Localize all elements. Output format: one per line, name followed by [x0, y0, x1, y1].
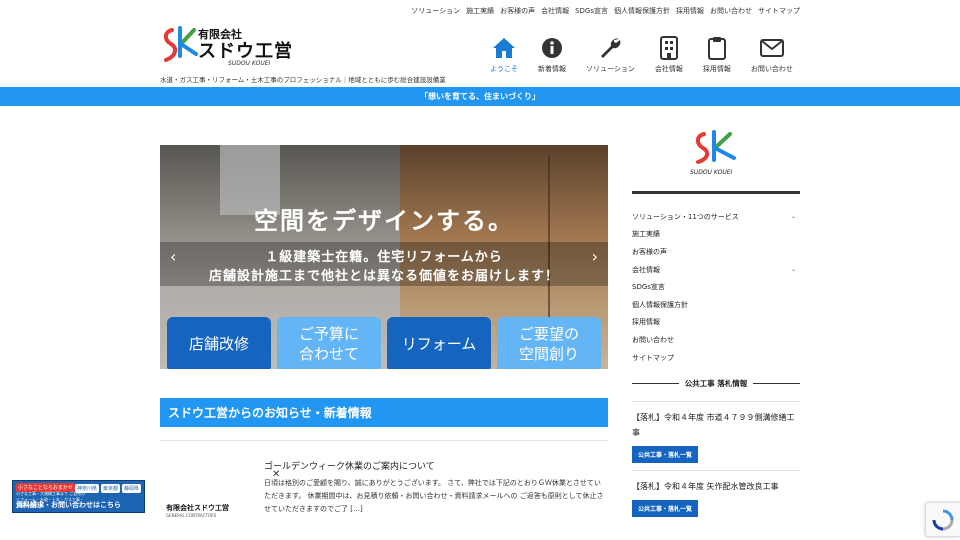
nav-welcome-label: ようこそ: [490, 65, 518, 73]
float-banner-regions: 神奈川県 東京都 静岡県: [74, 484, 141, 493]
sidebar-post-category[interactable]: 公共工事・落札一覧: [632, 500, 699, 517]
sidebar-item-privacy[interactable]: 個人情報保護方針: [632, 296, 800, 314]
news-thumb-company: 有限会社スドウ工営: [166, 504, 229, 512]
utility-link-solution[interactable]: ソリューション: [411, 6, 460, 16]
sidebar-divider: [632, 191, 800, 194]
slogan-banner: 「想いを育てる、住まいづくり」: [0, 87, 960, 106]
news-item-excerpt: 日頃は格別のご愛顧を賜り、誠にありがとうございます。 さて、弊社では下記のとおり…: [264, 479, 604, 513]
hero-subline-2: 店舗設計施工まで他社とは異なる価値をお届けします！: [208, 269, 559, 284]
news-item[interactable]: 有限会社スドウ工営 GENERAL CONTRACTORS ゴールデンウィーク休…: [160, 440, 608, 540]
recaptcha-badge[interactable]: [925, 502, 960, 537]
utility-link-company[interactable]: 会社情報: [541, 6, 569, 16]
tile-custom-space[interactable]: ご要望の 空間創り: [497, 317, 601, 369]
building-icon: [657, 36, 681, 60]
slider-prev-icon[interactable]: ‹: [170, 247, 176, 266]
hero-subline-1: １級建築士在籍。住宅リフォームから: [265, 250, 503, 265]
home-icon: [492, 36, 516, 60]
utility-link-sdgs[interactable]: SDGs宣言: [575, 6, 608, 16]
sidebar-item-company[interactable]: 会社情報 ⌄: [632, 261, 800, 279]
sidebar-item-label: 会社情報: [632, 265, 660, 274]
news-thumb-sub: GENERAL CONTRACTORS: [166, 513, 217, 518]
sidebar-item-voice[interactable]: お客様の声: [632, 243, 800, 261]
sidebar-item-label: お問い合わせ: [632, 335, 674, 344]
float-banner-cta: 資料請求・お問い合わせはこちら: [16, 501, 121, 509]
region-tokyo: 東京都: [100, 484, 120, 493]
sidebar-item-label: 個人情報保護方針: [632, 300, 688, 309]
utility-link-contact[interactable]: お問い合わせ: [710, 6, 752, 16]
tile-store-renovation[interactable]: 店舗改修: [167, 317, 271, 369]
floating-contact-banner[interactable]: 小さなことならおまかせ 小さな工事・大規模工事まで ご自宅のリフォーム・水道・土…: [12, 480, 145, 513]
sidebar-item-label: サイトマップ: [632, 353, 674, 362]
nav-news-label: 新着情報: [538, 65, 566, 73]
sidebar-item-label: お客様の声: [632, 247, 667, 256]
utility-link-works[interactable]: 施工実績: [466, 6, 494, 16]
sidebar-item-recruit[interactable]: 採用情報: [632, 314, 800, 332]
news-thumbnail[interactable]: 有限会社スドウ工営 GENERAL CONTRACTORS: [160, 459, 256, 539]
site-tagline: 水道・ガス工事・リフォーム・土木工事のプロフェッショナル｜地域とともに歩む総合建…: [160, 76, 446, 84]
sk-logo-mark-icon: [163, 26, 198, 62]
recaptcha-icon: [932, 509, 954, 530]
chevron-down-icon[interactable]: ⌄: [791, 266, 796, 273]
hero-headline: 空間をデザインする。: [254, 207, 514, 235]
company-roman: SUDOU KOUEI: [228, 60, 271, 67]
mail-icon: [759, 36, 784, 60]
sidebar-item-label: 採用情報: [632, 318, 660, 327]
sidebar-logo-roman: SUDOU KOUEI: [690, 169, 733, 176]
nav-company[interactable]: 会社情報: [655, 36, 683, 74]
heading-line: [753, 383, 800, 384]
region-shizuoka: 静岡県: [121, 484, 141, 493]
sidebar-item-label: 施工実績: [632, 230, 660, 239]
sidebar-item-label: SDGs宣言: [632, 283, 665, 292]
sidebar-post-category[interactable]: 公共工事・落札一覧: [632, 446, 699, 463]
nav-recruit[interactable]: 採用情報: [703, 36, 731, 74]
sidebar-item-solution[interactable]: ソリューション・11つのサービス ⌄: [632, 208, 800, 226]
utility-link-voice[interactable]: お客様の声: [500, 6, 535, 16]
news-thumb-logo: 有限会社スドウ工営 GENERAL CONTRACTORS: [166, 503, 229, 518]
sk-logo-mark-icon: [695, 130, 736, 164]
sidebar-item-sitemap[interactable]: サイトマップ: [632, 349, 800, 367]
slider-next-icon[interactable]: ›: [592, 247, 598, 266]
sidebar-post-title[interactable]: 【落札】令和４年度 市道４７９９側溝修繕工事: [632, 410, 800, 440]
chevron-down-icon[interactable]: ⌄: [791, 213, 796, 220]
close-icon[interactable]: ✕: [272, 469, 280, 480]
sidebar-item-works[interactable]: 施工実績: [632, 226, 800, 244]
region-kanagawa: 神奈川県: [74, 484, 99, 493]
wrench-icon: [598, 36, 622, 60]
nav-recruit-label: 採用情報: [702, 65, 731, 73]
sidebar-item-contact[interactable]: お問い合わせ: [632, 331, 800, 349]
utility-link-recruit[interactable]: 採用情報: [676, 6, 704, 16]
info-icon: [540, 36, 564, 60]
hero-slider[interactable]: 空間をデザインする。 １級建築士在籍。住宅リフォームから 店舗設計施工まで他社と…: [160, 145, 608, 369]
heading-line: [632, 383, 679, 384]
main-nav: ようこそ 新着情報 ソリューション 会社情報 採用情報 お問い合わせ: [490, 36, 813, 74]
sidebar-menu: ソリューション・11つのサービス ⌄ 施工実績 お客様の声 会社情報 ⌄ SDGs宣…: [632, 208, 800, 366]
hero-tiles: 店舗改修 ご予算に 合わせて リフォーム ご要望の 空間創り: [167, 317, 601, 369]
sidebar-item-sdgs[interactable]: SDGs宣言: [632, 278, 800, 296]
sidebar-post[interactable]: 【落札】令和４年度 市道４７９９側溝修繕工事 公共工事・落札一覧: [632, 401, 800, 463]
tile-budget[interactable]: ご予算に 合わせて: [277, 317, 381, 369]
news-item-title[interactable]: ゴールデンウィーク休業のご案内について: [264, 459, 435, 472]
clipboard-icon: [705, 36, 729, 60]
utility-nav: ソリューション 施工実績 お客様の声 会社情報 SDGs宣言 個人情報保護方針 …: [411, 6, 800, 16]
news-section-title: スドウ工営からのお知らせ・新着情報: [160, 398, 608, 427]
sidebar-item-label: ソリューション・11つのサービス: [632, 212, 739, 221]
site-logo[interactable]: 有限会社 スドウ工営 SUDOU KOUEI: [160, 24, 305, 70]
nav-welcome[interactable]: ようこそ: [490, 36, 518, 74]
sidebar-section-title: 公共工事 落札情報: [684, 379, 748, 388]
tile-reform[interactable]: リフォーム: [387, 317, 491, 369]
nav-contact-label: お問い合わせ: [750, 65, 793, 73]
sidebar-logo[interactable]: SUDOU KOUEI: [688, 128, 744, 178]
utility-link-privacy[interactable]: 個人情報保護方針: [614, 6, 670, 16]
sidebar-post[interactable]: 【落札】令和４年度 矢作配水管改良工事 公共工事・落札一覧: [632, 470, 800, 517]
sidebar-post-title[interactable]: 【落札】令和４年度 矢作配水管改良工事: [632, 479, 800, 494]
sidebar-section-heading: 公共工事 落札情報: [632, 378, 800, 389]
nav-contact[interactable]: お問い合わせ: [751, 36, 793, 74]
nav-solution[interactable]: ソリューション: [586, 36, 635, 74]
nav-company-label: 会社情報: [654, 65, 683, 73]
nav-news[interactable]: 新着情報: [538, 36, 566, 74]
nav-solution-label: ソリューション: [586, 65, 635, 73]
utility-link-sitemap[interactable]: サイトマップ: [758, 6, 800, 16]
